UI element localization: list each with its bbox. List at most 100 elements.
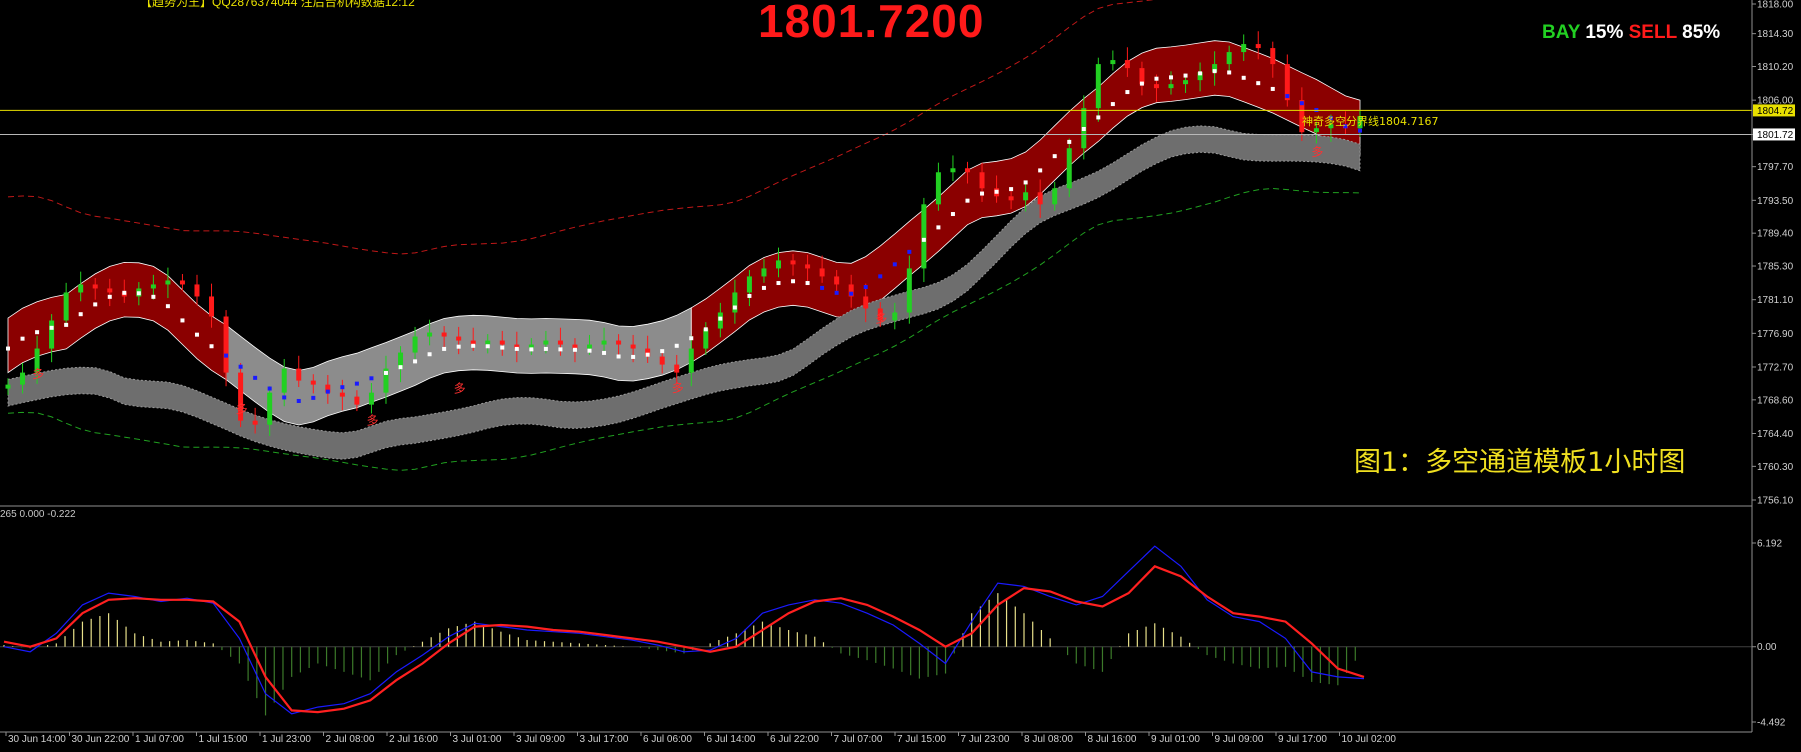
trend-dot [93, 302, 98, 307]
trend-dot [572, 347, 577, 352]
candle-body [906, 268, 912, 313]
x-tick-label: 1 Jul 23:00 [262, 734, 311, 745]
x-tick-label: 6 Jul 06:00 [643, 734, 692, 745]
x-tick-label: 3 Jul 17:00 [580, 734, 629, 745]
candle-body [775, 260, 781, 269]
trend-dot [136, 291, 141, 296]
trend-dot [485, 344, 490, 349]
trend-dot [878, 274, 883, 279]
candle-body [1052, 188, 1058, 205]
trend-dot [78, 312, 83, 317]
signal-marker: 多 [366, 413, 378, 427]
macd-y-tick-label: -4.492 [1757, 718, 1786, 729]
trend-dot [340, 385, 345, 390]
trend-dot [631, 354, 636, 359]
trend-dot [776, 281, 781, 286]
header-info-text: 【趋势为王】QQ2876374044 注后台机构数据12:12 [140, 0, 415, 9]
trend-dot [907, 249, 912, 254]
candle-body [950, 168, 956, 173]
candle-body [863, 296, 869, 309]
trend-dot [442, 346, 447, 351]
x-tick-label: 8 Jul 16:00 [1088, 734, 1137, 745]
trend-dot [543, 346, 548, 351]
trend-dot [224, 353, 229, 358]
y-tick-label: 1768.60 [1757, 395, 1794, 406]
trend-dot [49, 325, 54, 330]
signal-marker: 多 [875, 311, 887, 325]
x-tick-label: 7 Jul 15:00 [897, 734, 946, 745]
y-tick-label: 1793.50 [1757, 196, 1794, 207]
candle-body [805, 264, 811, 269]
trend-dot [1125, 90, 1130, 95]
x-tick-label: 9 Jul 17:00 [1278, 734, 1327, 745]
candle-body [107, 288, 113, 293]
candle-body [49, 320, 55, 349]
trend-dot [1081, 127, 1086, 132]
macd-y-tick-label: 0.00 [1757, 642, 1777, 653]
trend-dot [616, 354, 621, 359]
trend-dot [471, 343, 476, 348]
candle-body [979, 172, 985, 189]
trend-dot [849, 291, 854, 296]
bay-percent: 15% [1585, 22, 1624, 43]
trend-dot [1212, 69, 1217, 74]
trend-dot [602, 350, 607, 355]
y-tick-label: 1814.30 [1757, 29, 1794, 40]
candle-body [761, 268, 767, 277]
candle-body [5, 384, 11, 389]
trend-dot [180, 318, 185, 323]
candle-body [92, 284, 98, 289]
candle-body [935, 172, 941, 205]
y-tick-label: 1810.20 [1757, 62, 1794, 73]
trend-dot [892, 262, 897, 267]
trend-dot [20, 336, 25, 341]
trend-dot [1052, 154, 1057, 159]
channel-band [7, 261, 227, 381]
trend-dot [6, 346, 10, 351]
candle-body [281, 368, 287, 393]
trend-dot [122, 290, 127, 295]
trend-dot [383, 370, 388, 375]
candle-body [20, 372, 26, 385]
candle-body [252, 420, 258, 425]
candle-body [194, 284, 200, 297]
trend-dot [1038, 168, 1043, 173]
candle-body [790, 260, 796, 265]
level-line-label: 神奇多空分界线1804.7167 [1302, 115, 1439, 128]
trend-dot [514, 346, 519, 351]
candle-body [412, 336, 418, 353]
trend-dot [674, 343, 679, 348]
trend-dot [1270, 86, 1275, 91]
candle-body [1153, 84, 1159, 89]
macd-panel [0, 545, 1752, 716]
y-tick-label: 1818.00 [1757, 0, 1794, 11]
candle-body [223, 316, 229, 373]
signal-marker: 多 [672, 381, 684, 395]
trend-dot [1009, 187, 1014, 192]
trend-dot [950, 212, 955, 217]
candle-body [819, 268, 825, 277]
trend-dot [1023, 180, 1028, 185]
support-band [7, 125, 1361, 460]
current-price-display: 1801.7200 [758, 0, 985, 47]
trend-dot [791, 279, 796, 284]
candle-body [209, 296, 215, 317]
candle-body [354, 396, 360, 405]
trend-dot [398, 365, 403, 370]
x-tick-label: 9 Jul 01:00 [1151, 734, 1200, 745]
y-tick-label: 1797.70 [1757, 162, 1794, 173]
y-tick-label: 1776.90 [1757, 329, 1794, 340]
candle-body [659, 356, 665, 365]
trend-dot [761, 285, 766, 290]
trend-dot [703, 327, 708, 332]
x-tick-label: 1 Jul 07:00 [135, 734, 184, 745]
trend-dot [747, 293, 752, 298]
candle-body [267, 392, 273, 425]
upper-envelope-line [7, 0, 1155, 255]
trend-dot [980, 191, 985, 196]
x-tick-label: 7 Jul 23:00 [961, 734, 1010, 745]
trend-dot [863, 285, 868, 290]
x-tick-label: 2 Jul 16:00 [389, 734, 438, 745]
trend-dot [282, 395, 287, 400]
trend-dot [1256, 81, 1261, 86]
